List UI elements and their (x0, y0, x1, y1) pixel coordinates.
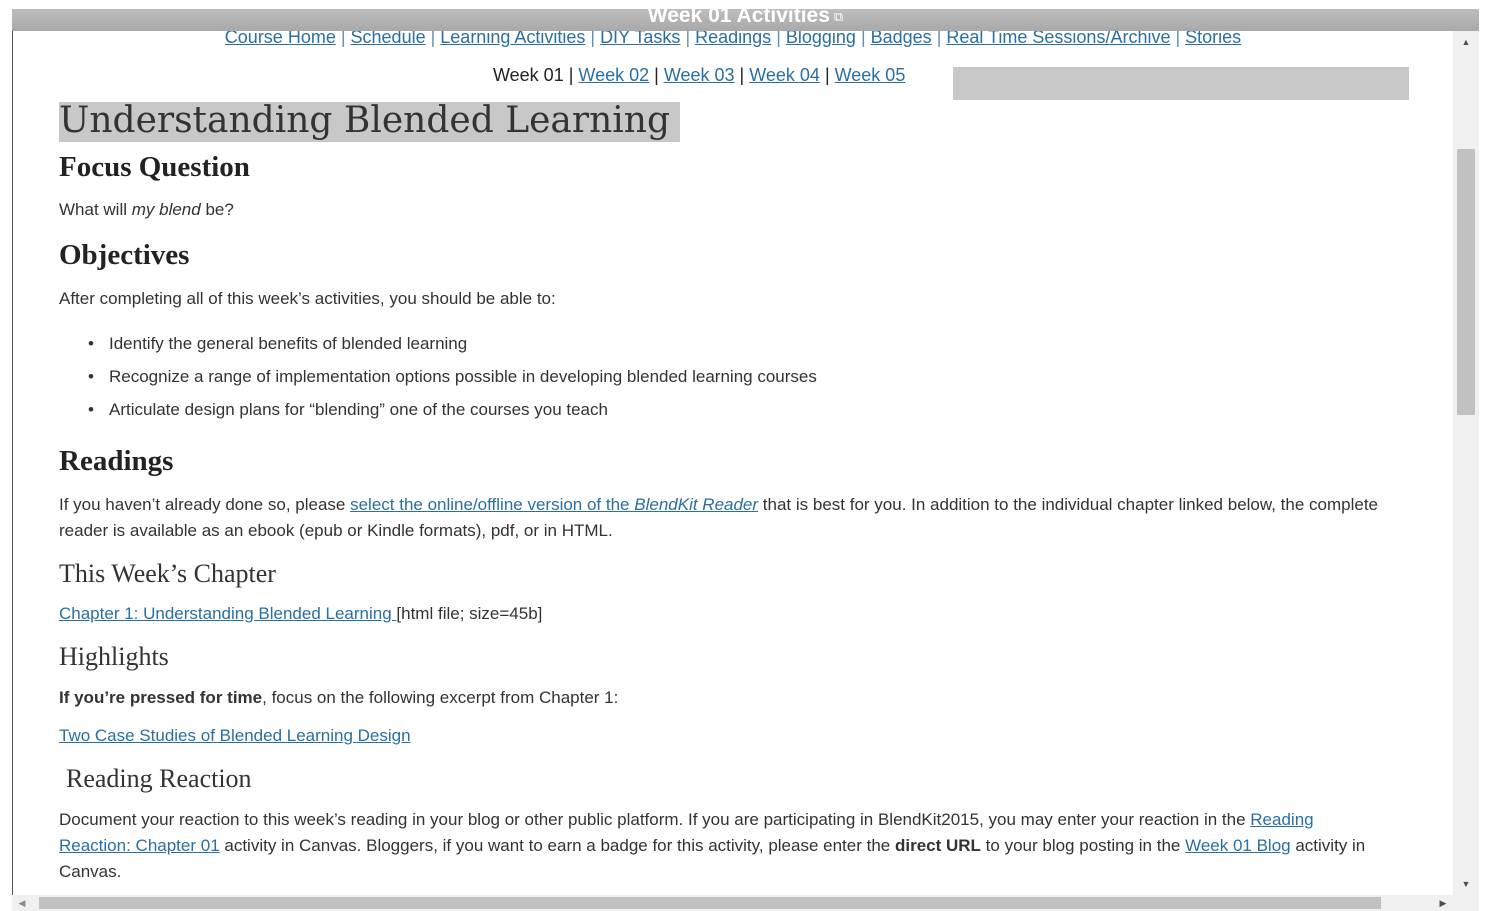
objective-item: Recognize a range of implementation opti… (88, 367, 817, 387)
week-01-blog-link[interactable]: Week 01 Blog (1185, 836, 1291, 855)
scrollbar-corner (1453, 895, 1479, 911)
external-link-icon[interactable]: ⧉ (834, 9, 843, 24)
objective-item: Articulate design plans for “blending” o… (88, 400, 608, 420)
nav-learning-activities[interactable]: Learning Activities (440, 31, 585, 47)
vertical-scroll-thumb[interactable] (1457, 149, 1475, 415)
scroll-left-arrow-icon[interactable]: ◀ (12, 895, 32, 911)
readings-heading: Readings (59, 445, 174, 477)
horizontal-scrollbar[interactable]: ◀ ▶ (12, 895, 1453, 911)
highlights-line: Two Case Studies of Blended Learning Des… (59, 726, 411, 746)
page-title: Understanding Blended Learning (59, 100, 671, 141)
nav-blogging[interactable]: Blogging (786, 31, 856, 47)
scroll-down-arrow-icon[interactable]: ▼ (1453, 873, 1479, 895)
horizontal-scroll-thumb[interactable] (39, 897, 1381, 909)
nav-badges[interactable]: Badges (871, 31, 932, 47)
reaction-text: Document your reaction to this week’s re… (59, 810, 1366, 881)
scroll-right-arrow-icon[interactable]: ▶ (1433, 895, 1453, 911)
week-04-link[interactable]: Week 04 (749, 65, 820, 85)
window-title: Week 01 Activities (647, 9, 830, 27)
course-nav: Course Home | Schedule | Learning Activi… (13, 31, 1453, 48)
nav-course-home[interactable]: Course Home (225, 31, 336, 47)
week-current: Week 01 (493, 65, 564, 85)
chapter-line: Chapter 1: Understanding Blended Learnin… (59, 604, 542, 624)
selection-highlight (953, 67, 1409, 100)
nav-real-time-sessions[interactable]: Real Time Sessions/Archive (946, 31, 1170, 47)
highlights-text: If you’re pressed for time, focus on the… (59, 688, 619, 707)
focus-heading: Focus Question (59, 151, 250, 183)
vertical-scrollbar[interactable]: ▲ ▼ (1453, 31, 1479, 895)
objective-item: Identify the general benefits of blended… (88, 334, 467, 354)
case-studies-link[interactable]: Two Case Studies of Blended Learning Des… (59, 726, 411, 745)
window-title-bar: Week 01 Activities ⧉ (12, 9, 1479, 32)
objectives-intro: After completing all of this week’s acti… (59, 289, 556, 308)
week-02-link[interactable]: Week 02 (578, 65, 649, 85)
chapter-file-meta: [html file; size=45b] (396, 604, 543, 623)
chapter-heading: This Week’s Chapter (59, 559, 276, 588)
reader-version-link[interactable]: select the online/offline version of the… (350, 495, 758, 514)
objectives-heading: Objectives (59, 239, 190, 271)
highlights-heading: Highlights (59, 642, 169, 671)
week-03-link[interactable]: Week 03 (664, 65, 735, 85)
focus-question: What will my blend be? (59, 200, 234, 219)
nav-schedule[interactable]: Schedule (351, 31, 426, 47)
readings-text: If you haven’t already done so, please s… (59, 495, 1378, 540)
week-nav: Week 01 | Week 02 | Week 03 | Week 04 | … (493, 65, 906, 85)
content-frame: Course Home | Schedule | Learning Activi… (12, 31, 1454, 895)
chapter-1-link[interactable]: Chapter 1: Understanding Blended Learnin… (59, 604, 396, 623)
scroll-up-arrow-icon[interactable]: ▲ (1453, 31, 1479, 53)
nav-diy-tasks[interactable]: DIY Tasks (600, 31, 680, 47)
nav-stories[interactable]: Stories (1185, 31, 1241, 47)
reaction-heading: Reading Reaction (66, 764, 252, 793)
nav-readings[interactable]: Readings (695, 31, 771, 47)
week-05-link[interactable]: Week 05 (835, 65, 906, 85)
